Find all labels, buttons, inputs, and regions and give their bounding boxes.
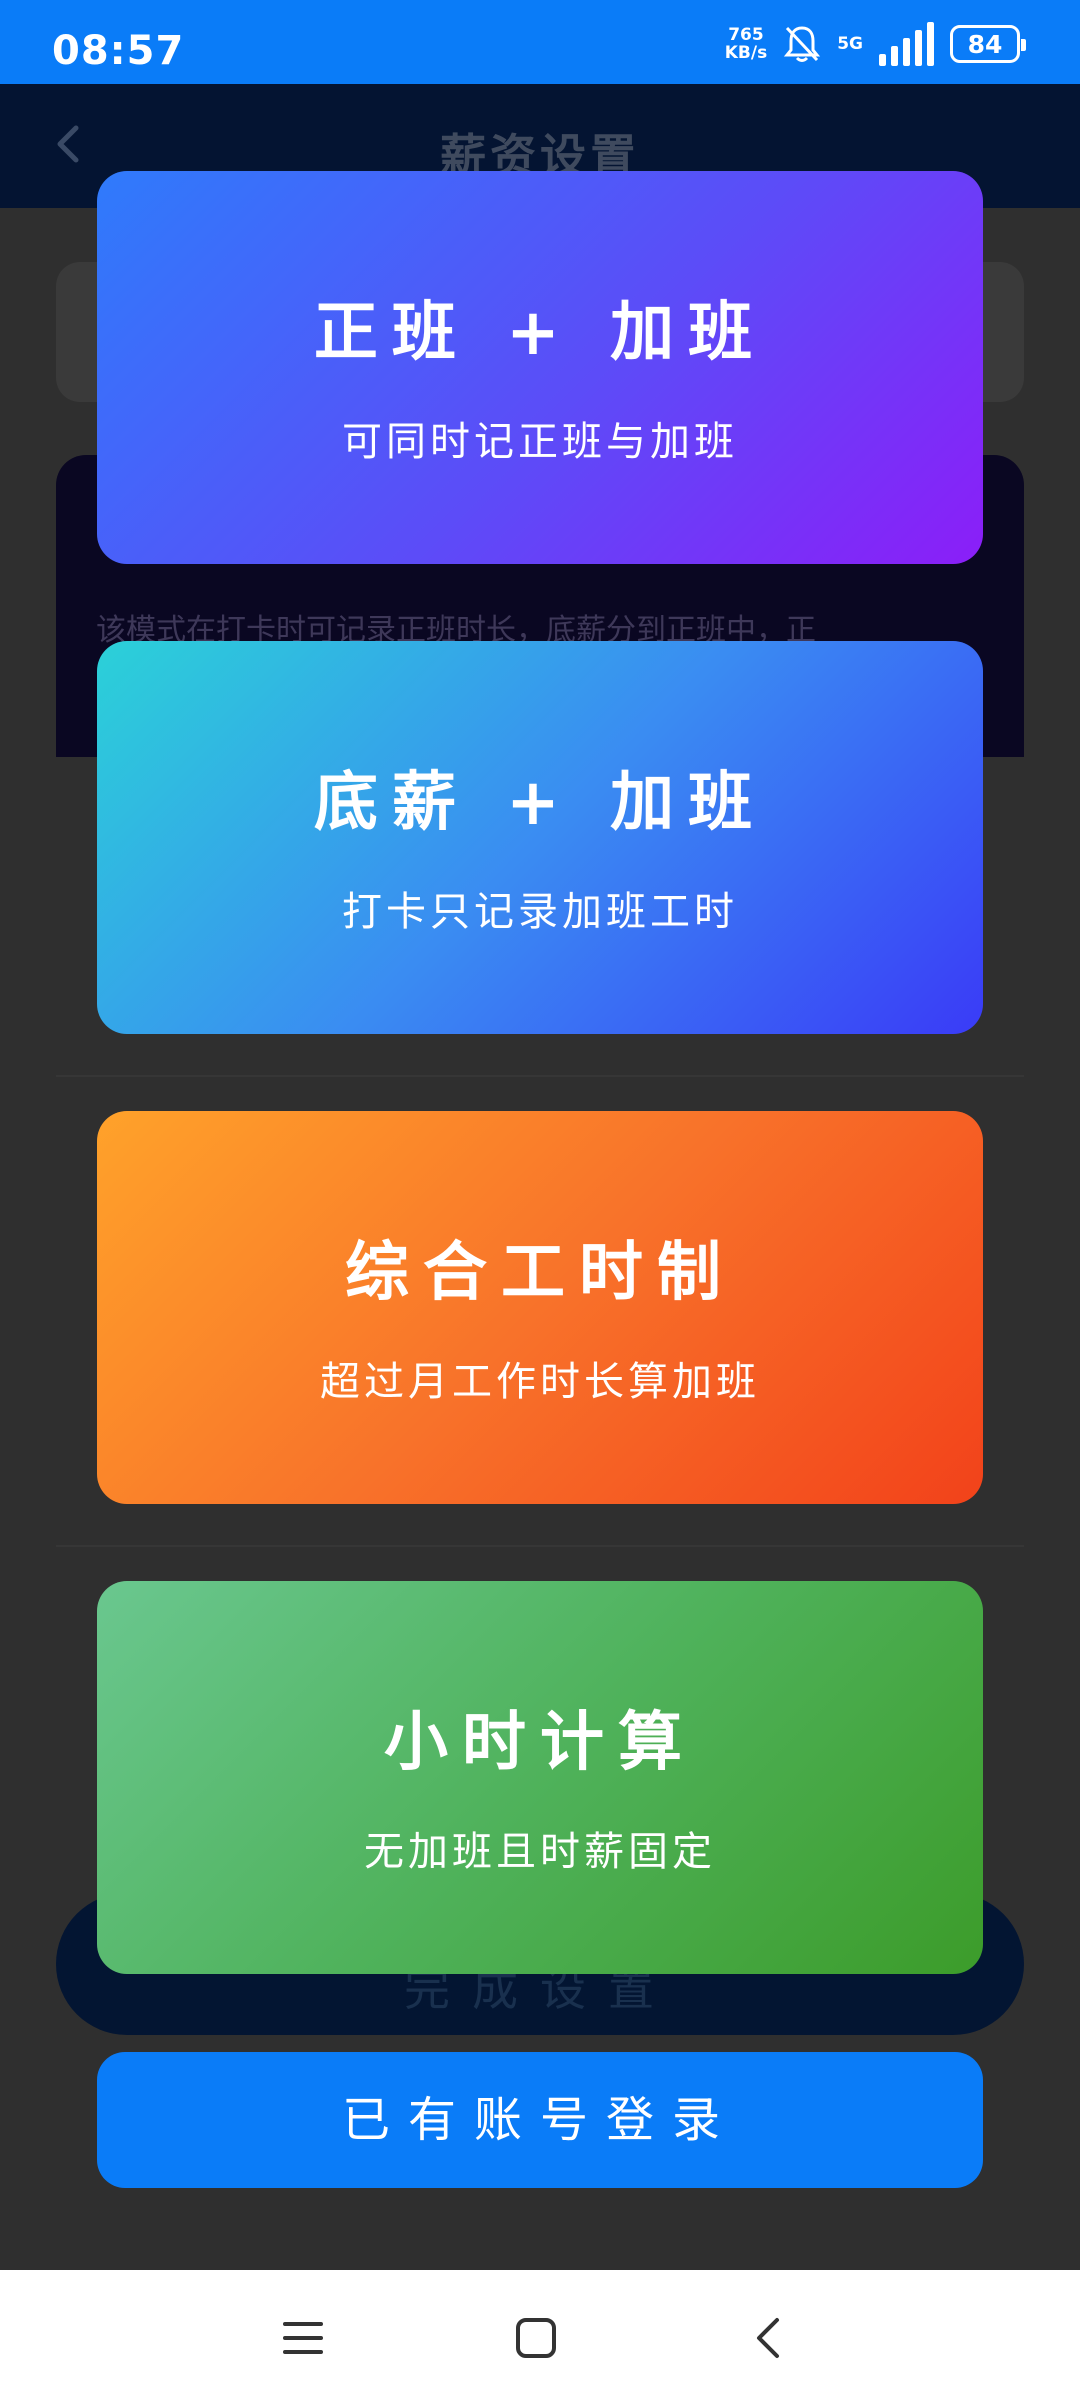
divider: [56, 1545, 1024, 1547]
net-speed: 765 KB/s: [725, 26, 767, 62]
mode-card-subtitle: 无加班且时薪固定: [364, 1829, 716, 1875]
battery-level: 84: [967, 29, 1003, 59]
status-bar: 08:57 765 KB/s 5G 84: [0, 0, 1080, 84]
system-nav-bar: [0, 2270, 1080, 2400]
divider: [56, 1075, 1024, 1077]
signal-icon: [879, 22, 934, 66]
menu-icon[interactable]: [263, 2298, 343, 2378]
net-speed-unit: KB/s: [724, 43, 768, 63]
network-type: 5G: [837, 34, 863, 54]
home-icon[interactable]: [496, 2298, 576, 2378]
net-speed-value: 765: [728, 25, 764, 45]
mode-card-subtitle: 打卡只记录加班工时: [342, 889, 738, 935]
login-existing-account-button[interactable]: 已有账号登录: [97, 2052, 983, 2188]
mode-card-subtitle: 超过月工作时长算加班: [320, 1359, 760, 1405]
mode-card-title: 正班 + 加班: [313, 296, 767, 370]
mode-card-hourly[interactable]: 小时计算 无加班且时薪固定: [97, 1581, 983, 1974]
mode-card-base-salary-overtime[interactable]: 底薪 + 加班 打卡只记录加班工时: [97, 641, 983, 1034]
battery-icon: 84: [950, 25, 1026, 63]
mode-card-regular-overtime[interactable]: 正班 + 加班 可同时记正班与加班: [97, 171, 983, 564]
mode-card-title: 小时计算: [384, 1706, 696, 1780]
mode-card-title: 综合工时制: [345, 1236, 735, 1310]
mode-card-subtitle: 可同时记正班与加班: [342, 419, 738, 465]
bell-muted-icon: [783, 24, 821, 64]
back-icon[interactable]: [729, 2298, 809, 2378]
status-time: 08:57: [52, 28, 185, 74]
mode-card-title: 底薪 + 加班: [313, 766, 767, 840]
mode-card-comprehensive-hours[interactable]: 综合工时制 超过月工作时长算加班: [97, 1111, 983, 1504]
status-icons: 765 KB/s 5G 84: [725, 22, 1026, 66]
